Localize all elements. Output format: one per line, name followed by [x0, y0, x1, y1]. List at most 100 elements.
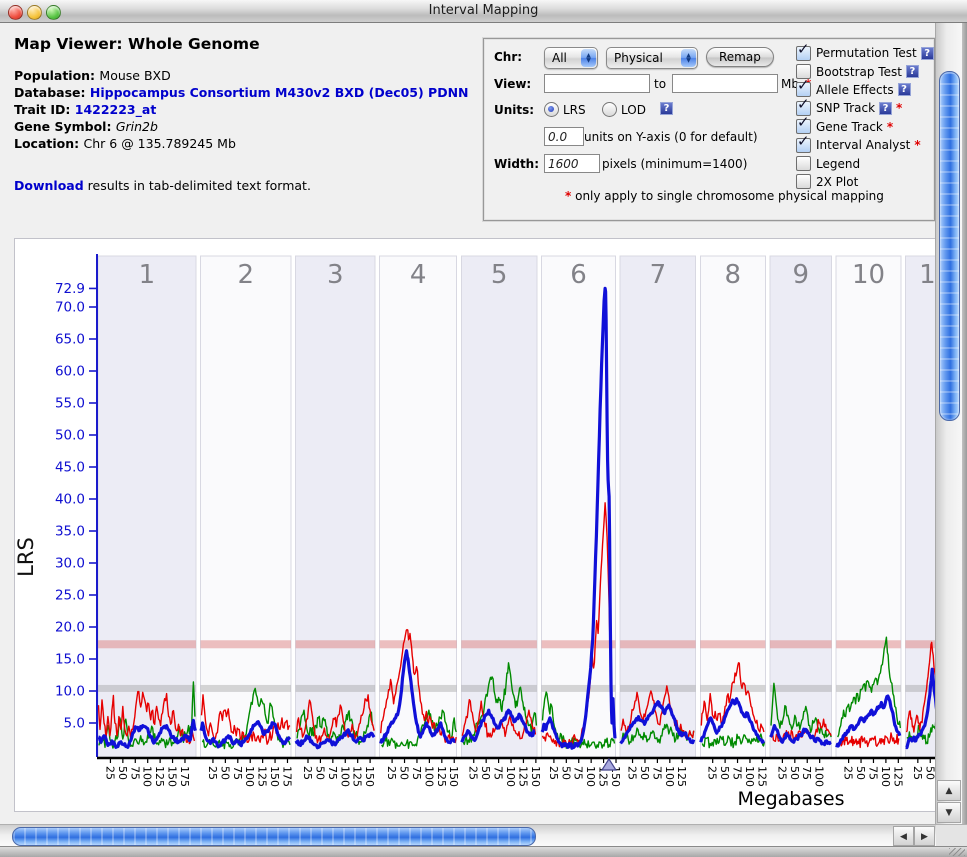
help-icon[interactable]: ? — [879, 102, 892, 115]
x-tick-label: 50 — [479, 766, 492, 780]
checkbox-label: Allele Effects — [816, 83, 894, 97]
x-tick-label: 75 — [128, 766, 141, 780]
checkbox-permutation-test[interactable]: ✓ — [796, 46, 811, 61]
trait-field-gene-symbol: Gene Symbol: Grin2b — [14, 118, 469, 135]
checkbox-label: Gene Track — [816, 120, 883, 134]
mapping-type-select[interactable]: Physical ▲▼ — [606, 47, 698, 69]
window-titlebar[interactable]: Interval Mapping — [0, 0, 967, 23]
y-tick-label: 65.0 — [55, 332, 85, 348]
view-from-input[interactable] — [544, 74, 650, 93]
option-row-bootstrap-test: Bootstrap Test? — [796, 62, 934, 80]
mapping-type-arrows-icon: ▲▼ — [681, 49, 696, 67]
checkbox-legend[interactable] — [796, 156, 811, 171]
remap-button[interactable]: Remap — [706, 47, 774, 67]
horizontal-scrollbar-thumb[interactable] — [12, 827, 536, 846]
checkbox-label: Permutation Test — [816, 46, 917, 60]
chromosome-label: 6 — [570, 260, 587, 290]
star-note: * — [914, 138, 920, 152]
x-tick-label: 25 — [467, 766, 480, 780]
page-title: Map Viewer: Whole Genome — [14, 35, 260, 53]
x-tick-label: 150 — [529, 766, 542, 787]
x-tick-label: 50 — [559, 766, 572, 780]
interval-mapping-chart: 1255075100125150175225507510012515017532… — [15, 239, 935, 811]
field-label: Trait ID: — [14, 102, 75, 117]
significant-threshold-band — [770, 640, 832, 648]
window-right-edge — [962, 23, 967, 824]
help-icon[interactable]: ? — [898, 83, 911, 96]
download-text: results in tab-delimited text format. — [84, 178, 311, 193]
x-tick-label: 50 — [854, 766, 867, 780]
star-note: * — [896, 101, 902, 115]
horizontal-scrollbar[interactable]: ◀ ▶ — [0, 824, 936, 847]
chromosome-label: 1 — [139, 260, 156, 290]
x-tick-label: 50 — [718, 766, 731, 780]
x-tick-label: 25 — [626, 766, 639, 780]
y-tick-label: 25.0 — [55, 588, 85, 604]
resize-grip[interactable] — [949, 848, 965, 856]
significant-threshold-band — [98, 640, 196, 648]
radio-lrs[interactable] — [544, 102, 559, 117]
field-value: Chr 6 @ 135.789245 Mb — [84, 136, 236, 151]
x-tick-label: 150 — [447, 766, 460, 787]
x-tick-label: 75 — [731, 766, 744, 780]
x-tick-label: 100 — [141, 766, 154, 787]
mapping-type-value: Physical — [614, 51, 663, 65]
x-tick-label: 75 — [492, 766, 505, 780]
width-hint: pixels (minimum=1400) — [602, 157, 747, 171]
width-label: Width: — [494, 157, 539, 171]
x-tick-label: 100 — [338, 766, 351, 787]
view-to-input[interactable] — [672, 74, 778, 93]
yaxis-hint: units on Y-axis (0 for default) — [584, 130, 758, 144]
help-icon[interactable]: ? — [906, 65, 919, 78]
chromosome-column-2 — [201, 256, 291, 757]
y-tick-label: 45.0 — [55, 460, 85, 476]
field-value[interactable]: 1422223_at — [75, 102, 157, 117]
x-tick-label: 150 — [363, 766, 376, 787]
checkbox-interval-analyst[interactable]: ✓ — [796, 138, 811, 153]
x-tick-label: 25 — [301, 766, 314, 780]
x-tick-label: 125 — [675, 766, 688, 787]
scroll-down-button[interactable]: ▼ — [937, 802, 961, 823]
width-input[interactable] — [544, 154, 600, 173]
chr-select-arrows-icon: ▲▼ — [581, 49, 596, 67]
x-tick-label: 50 — [788, 766, 801, 780]
radio-label: LOD — [621, 103, 646, 117]
x-tick-label: 25 — [385, 766, 398, 780]
x-tick-label: 25 — [706, 766, 719, 780]
vertical-scrollbar[interactable]: ▲ ▼ — [935, 23, 962, 824]
chromosome-column-1 — [98, 256, 196, 757]
vertical-scrollbar-thumb[interactable] — [939, 71, 960, 421]
help-icon[interactable]: ? — [921, 47, 934, 60]
content-area: Map Viewer: Whole Genome Population: Mou… — [0, 23, 936, 824]
chr-select[interactable]: All ▲▼ — [544, 47, 598, 69]
x-tick-label: 125 — [755, 766, 768, 787]
checkmark-icon: ✓ — [797, 113, 810, 131]
y-tick-label: 10.0 — [55, 684, 85, 700]
suggestive-threshold-band — [836, 685, 901, 692]
download-link[interactable]: Download — [14, 178, 84, 193]
x-tick-label: 25 — [206, 766, 219, 780]
checkbox-label: 2X Plot — [816, 175, 858, 189]
checkbox-label: Interval Analyst — [816, 138, 910, 152]
radio-lod[interactable] — [602, 102, 617, 117]
scroll-right-button[interactable]: ▶ — [914, 826, 935, 846]
checkbox-2x-plot[interactable] — [796, 174, 811, 189]
x-axis-title: Megabases — [738, 788, 845, 810]
trait-field-trait-id: Trait ID: 1422223_at — [14, 101, 469, 118]
option-row-snp-track: ✓SNP Track?* — [796, 99, 934, 117]
checkmark-icon: ✓ — [797, 76, 810, 94]
x-tick-label: 25 — [842, 766, 855, 780]
x-tick-label: 125 — [516, 766, 529, 787]
x-tick-label: 100 — [743, 766, 756, 787]
checkbox-label: SNP Track — [816, 101, 875, 115]
window: Interval Mapping Map Viewer: Whole Genom… — [0, 0, 967, 856]
x-tick-label: 75 — [326, 766, 339, 780]
chromosome-label: 2 — [237, 260, 254, 290]
download-line: Download results in tab-delimited text f… — [14, 178, 311, 193]
field-value[interactable]: Hippocampus Consortium M430v2 BXD (Dec05… — [90, 85, 469, 100]
scroll-up-button[interactable]: ▲ — [937, 780, 961, 801]
suggestive-threshold-band — [98, 685, 196, 692]
yaxis-units-input[interactable] — [544, 127, 584, 146]
scroll-left-button[interactable]: ◀ — [893, 826, 914, 846]
units-help-icon[interactable]: ? — [660, 102, 673, 115]
